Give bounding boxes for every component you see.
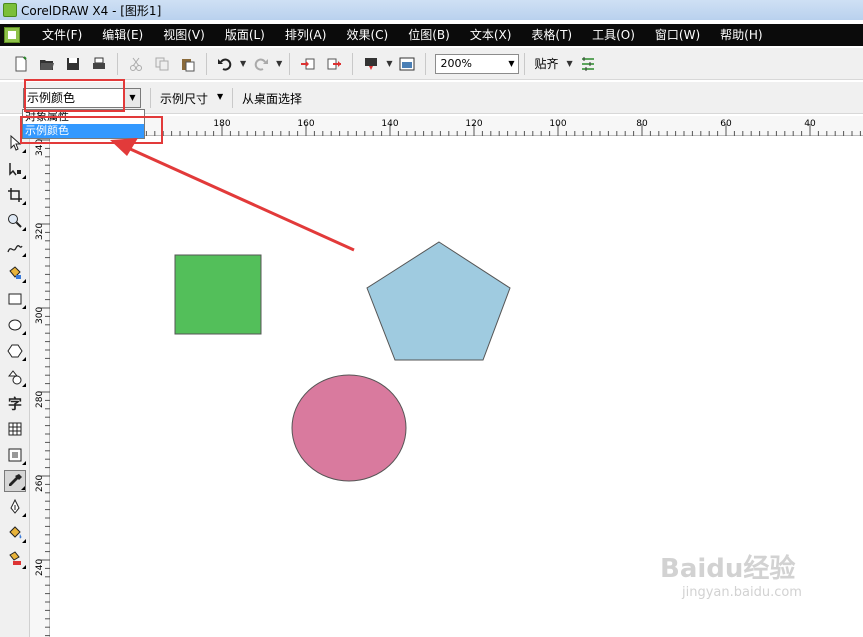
chevron-down-icon: ▼ (508, 59, 515, 68)
redo-dropdown-icon[interactable]: ▼ (276, 59, 282, 68)
menu-effects[interactable]: 效果(C) (336, 24, 398, 46)
text-tool-icon[interactable]: 字 (4, 392, 26, 414)
standard-toolbar: ▼ ▼ ▼ 200% ▼ 贴齐 ▼ (0, 48, 863, 80)
menu-tools[interactable]: 工具(O) (582, 24, 645, 46)
basic-shapes-tool-icon[interactable] (4, 366, 26, 388)
fill-tool-icon[interactable] (4, 522, 26, 544)
green-square[interactable] (174, 254, 262, 335)
ruler-tick-label: 280 (35, 390, 45, 408)
toolbox: 字 (0, 116, 30, 637)
ruler-tick-label: 100 (549, 119, 567, 129)
ruler-tick-label: 60 (720, 119, 732, 129)
paste-icon[interactable] (177, 53, 199, 75)
ruler-tick-label: 160 (297, 119, 315, 129)
title-bar: CorelDRAW X4 - [图形1] (0, 0, 863, 20)
vertical-ruler[interactable]: 340 320 300 280 260 240 (30, 136, 50, 637)
options-icon[interactable] (577, 53, 599, 75)
toolbar-separator (425, 52, 427, 75)
ruler-tick-label: 300 (35, 306, 45, 324)
menu-help[interactable]: 帮助(H) (710, 24, 772, 46)
zoom-level-value: 200% (440, 57, 472, 70)
sample-size-dropdown-icon[interactable]: ▼ (217, 92, 223, 101)
copy-icon[interactable] (151, 53, 173, 75)
ruler-tick-label: 320 (35, 222, 45, 240)
menu-text[interactable]: 文本(X) (460, 24, 522, 46)
toolbar-separator (352, 52, 354, 75)
ruler-tick-label: 180 (213, 119, 231, 129)
zoom-tool-icon[interactable] (4, 210, 26, 232)
print-icon[interactable] (88, 53, 110, 75)
menu-file[interactable]: 文件(F) (32, 24, 92, 46)
toolbar-separator (524, 52, 526, 75)
ruler-tick-label: 260 (35, 474, 45, 492)
window-title: CorelDRAW X4 - [图形1] (21, 3, 162, 18)
watermark-logo: Baidu经验 (660, 554, 796, 584)
horizontal-ruler-ticks (53, 124, 861, 136)
ellipse-tool-icon[interactable] (4, 314, 26, 336)
smart-fill-tool-icon[interactable] (4, 262, 26, 284)
interactive-fill-tool-icon[interactable] (4, 548, 26, 570)
property-separator (150, 88, 151, 108)
cut-icon[interactable] (125, 53, 147, 75)
menu-bitmaps[interactable]: 位图(B) (398, 24, 460, 46)
application-launcher-icon[interactable] (360, 53, 382, 75)
ruler-tick-label: 240 (35, 558, 45, 576)
open-folder-icon[interactable] (36, 53, 58, 75)
svg-text:字: 字 (8, 396, 22, 411)
new-document-icon[interactable] (10, 53, 32, 75)
snap-to-menu[interactable]: 贴齐 (534, 55, 558, 72)
highlight-box-option (20, 116, 163, 144)
undo-icon[interactable] (214, 53, 236, 75)
polygon-tool-icon[interactable] (4, 340, 26, 362)
select-from-desktop-button[interactable]: 从桌面选择 (242, 90, 302, 107)
menu-view[interactable]: 视图(V) (153, 24, 215, 46)
save-icon[interactable] (62, 53, 84, 75)
ruler-tick-label: 80 (636, 119, 648, 129)
welcome-screen-icon[interactable] (396, 53, 418, 75)
shape-tool-icon[interactable] (4, 158, 26, 180)
freehand-tool-icon[interactable] (4, 236, 26, 258)
property-separator (232, 88, 233, 108)
table-tool-icon[interactable] (4, 418, 26, 440)
ruler-tick-label: 120 (465, 119, 483, 129)
chevron-down-icon[interactable]: ▼ (124, 89, 140, 107)
snap-dropdown-icon[interactable]: ▼ (566, 59, 572, 68)
undo-dropdown-icon[interactable]: ▼ (240, 59, 246, 68)
interactive-blend-tool-icon[interactable] (4, 444, 26, 466)
zoom-level-select[interactable]: 200% ▼ (435, 53, 520, 74)
horizontal-ruler[interactable]: 180 160 140 120 100 80 60 40 (50, 116, 863, 136)
crop-tool-icon[interactable] (4, 184, 26, 206)
menu-edit[interactable]: 编辑(E) (92, 24, 153, 46)
redo-icon[interactable] (250, 53, 272, 75)
toolbar-separator (206, 52, 207, 75)
document-icon[interactable] (4, 27, 20, 43)
application-launcher-dropdown-icon[interactable]: ▼ (386, 59, 392, 68)
eyedropper-tool-icon[interactable] (4, 470, 26, 492)
menu-arrange[interactable]: 排列(A) (275, 24, 337, 46)
blue-pentagon[interactable] (366, 241, 511, 361)
menu-window[interactable]: 窗口(W) (645, 24, 710, 46)
toolbar-separator (117, 52, 118, 75)
rectangle-tool-icon[interactable] (4, 288, 26, 310)
export-icon[interactable] (323, 53, 345, 75)
baidu-watermark: Baidu经验 jingyan.baidu.com (660, 548, 802, 600)
outline-pen-tool-icon[interactable] (4, 496, 26, 518)
ruler-tick-label: 140 (381, 119, 399, 129)
menu-layout[interactable]: 版面(L) (215, 24, 275, 46)
coreldraw-app-icon (3, 3, 17, 17)
ruler-tick-label: 40 (804, 119, 816, 129)
sample-size-menu[interactable]: 示例尺寸 (160, 90, 208, 107)
menu-bar: 文件(F) 编辑(E) 视图(V) 版面(L) 排列(A) 效果(C) 位图(B… (0, 24, 863, 46)
pink-ellipse[interactable] (291, 374, 407, 482)
import-icon[interactable] (297, 53, 319, 75)
menu-table[interactable]: 表格(T) (521, 24, 582, 46)
toolbar-separator (289, 52, 291, 75)
highlight-box-select (24, 79, 125, 112)
watermark-url: jingyan.baidu.com (682, 585, 802, 600)
